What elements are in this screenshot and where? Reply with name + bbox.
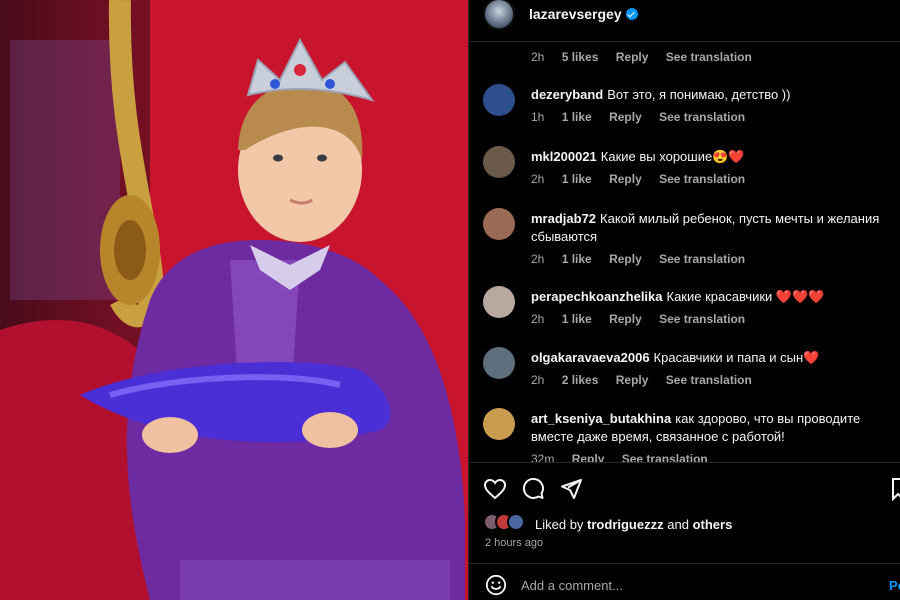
post-image[interactable] bbox=[0, 0, 468, 600]
comment-body: Вот это, я понимаю, детство )) bbox=[607, 87, 791, 102]
post-actions: Liked by trodriguezzz and others 2 hours… bbox=[469, 462, 900, 600]
commenter-avatar[interactable] bbox=[483, 84, 515, 116]
comment-text: art_kseniya_butakhina как здорово, что вы… bbox=[531, 410, 891, 446]
add-comment-row: Add a comment... Post bbox=[469, 563, 900, 600]
see-translation-button[interactable]: See translation bbox=[659, 172, 745, 186]
see-translation-button[interactable]: See translation bbox=[659, 312, 745, 326]
commenter-username[interactable]: olgakaravaeva2006 bbox=[531, 350, 650, 365]
liked-prefix: Liked by bbox=[535, 517, 584, 532]
comment-text: dezeryband Вот это, я понимаю, детство )) bbox=[531, 86, 891, 104]
comment-likes[interactable]: 1 like bbox=[562, 312, 592, 326]
commenter-avatar[interactable] bbox=[483, 146, 515, 178]
comment-text: perapechkoanzhelika Какие красавчики ❤️❤️… bbox=[531, 288, 891, 306]
comment-text: mradjab72 Какой милый ребенок, пусть мечт… bbox=[531, 210, 891, 246]
heart-icon[interactable] bbox=[483, 477, 507, 501]
comment-body: Красавчики и папа и сын❤️ bbox=[653, 350, 820, 365]
reply-button[interactable]: Reply bbox=[609, 110, 642, 124]
post-comment-button[interactable]: Post bbox=[889, 578, 900, 593]
comments-list[interactable]: 2h 5 likes Reply See translation dezeryb… bbox=[469, 42, 900, 462]
comment-meta: 32m Reply See translation bbox=[531, 452, 722, 462]
commenter-avatar[interactable] bbox=[483, 286, 515, 318]
comment-body: Какие красавчики ❤️❤️❤️ bbox=[666, 289, 825, 304]
comment-likes[interactable]: 5 likes bbox=[562, 50, 599, 64]
comment-time: 2h bbox=[531, 50, 545, 64]
comment-meta: 2h 5 likes Reply See translation bbox=[531, 50, 766, 64]
commenter-username[interactable]: mradjab72 bbox=[531, 211, 596, 226]
liked-by-text: Liked by trodriguezzz and others bbox=[535, 517, 732, 532]
comment-time: 2h bbox=[531, 172, 545, 186]
reply-button[interactable]: Reply bbox=[609, 252, 642, 266]
post-time: 2 hours ago bbox=[485, 537, 544, 549]
comment-likes[interactable]: 1 like bbox=[562, 252, 592, 266]
see-translation-button[interactable]: See translation bbox=[659, 252, 745, 266]
author-username-text[interactable]: lazarevsergey bbox=[529, 6, 622, 22]
comment-meta: 2h 1 like Reply See translation bbox=[531, 172, 759, 186]
reply-button[interactable]: Reply bbox=[616, 50, 649, 64]
post-photo-illustration bbox=[0, 0, 468, 600]
comment-text: mkl200021 Какие вы хорошие😍❤️ bbox=[531, 148, 891, 166]
share-icon[interactable] bbox=[559, 477, 583, 501]
comment-likes[interactable]: 1 like bbox=[562, 110, 592, 124]
comment-meta: 2h 1 like Reply See translation bbox=[531, 312, 759, 326]
reply-button[interactable]: Reply bbox=[609, 312, 642, 326]
comment-meta: 1h 1 like Reply See translation bbox=[531, 110, 759, 124]
comment-meta: 2h 1 like Reply See translation bbox=[531, 252, 759, 266]
comment-time: 2h bbox=[531, 312, 545, 326]
bookmark-icon[interactable] bbox=[891, 477, 900, 501]
see-translation-button[interactable]: See translation bbox=[666, 373, 752, 387]
liked-others-link[interactable]: others bbox=[693, 517, 733, 532]
verified-badge-icon bbox=[625, 8, 638, 20]
emoji-icon[interactable] bbox=[485, 574, 507, 596]
author-avatar[interactable] bbox=[483, 0, 515, 30]
see-translation-button[interactable]: See translation bbox=[666, 50, 752, 64]
comment-time: 2h bbox=[531, 252, 545, 266]
commenter-username[interactable]: mkl200021 bbox=[531, 149, 597, 164]
comment-time: 32m bbox=[531, 452, 555, 462]
comment-likes[interactable]: 2 likes bbox=[562, 373, 599, 387]
comment-time: 2h bbox=[531, 373, 545, 387]
reply-button[interactable]: Reply bbox=[616, 373, 649, 387]
comment-time: 1h bbox=[531, 110, 545, 124]
comments-panel: lazarevsergey 2h 5 likes Reply See trans… bbox=[468, 0, 900, 600]
commenter-username[interactable]: dezeryband bbox=[531, 87, 603, 102]
commenter-username[interactable]: perapechkoanzhelika bbox=[531, 289, 663, 304]
post-header: lazarevsergey bbox=[469, 0, 900, 42]
commenter-avatar[interactable] bbox=[483, 208, 515, 240]
comment-meta: 2h 2 likes Reply See translation bbox=[531, 373, 766, 387]
comment-body: Какие вы хорошие😍❤️ bbox=[600, 149, 745, 164]
commenter-avatar[interactable] bbox=[483, 408, 515, 440]
comment-likes[interactable]: 1 like bbox=[562, 172, 592, 186]
comment-text: olgakaravaeva2006 Красавчики и папа и сын… bbox=[531, 349, 891, 367]
see-translation-button[interactable]: See translation bbox=[659, 110, 745, 124]
comment-icon[interactable] bbox=[521, 477, 545, 501]
commenter-username[interactable]: art_kseniya_butakhina bbox=[531, 411, 671, 426]
commenter-avatar[interactable] bbox=[483, 347, 515, 379]
liker-avatar bbox=[507, 513, 525, 531]
author-username[interactable]: lazarevsergey bbox=[529, 6, 638, 22]
reply-button[interactable]: Reply bbox=[572, 452, 605, 462]
liked-user-link[interactable]: trodriguezzz bbox=[587, 517, 664, 532]
add-comment-input[interactable]: Add a comment... bbox=[521, 578, 623, 593]
liked-and: and bbox=[667, 517, 689, 532]
reply-button[interactable]: Reply bbox=[609, 172, 642, 186]
see-translation-button[interactable]: See translation bbox=[622, 452, 708, 462]
